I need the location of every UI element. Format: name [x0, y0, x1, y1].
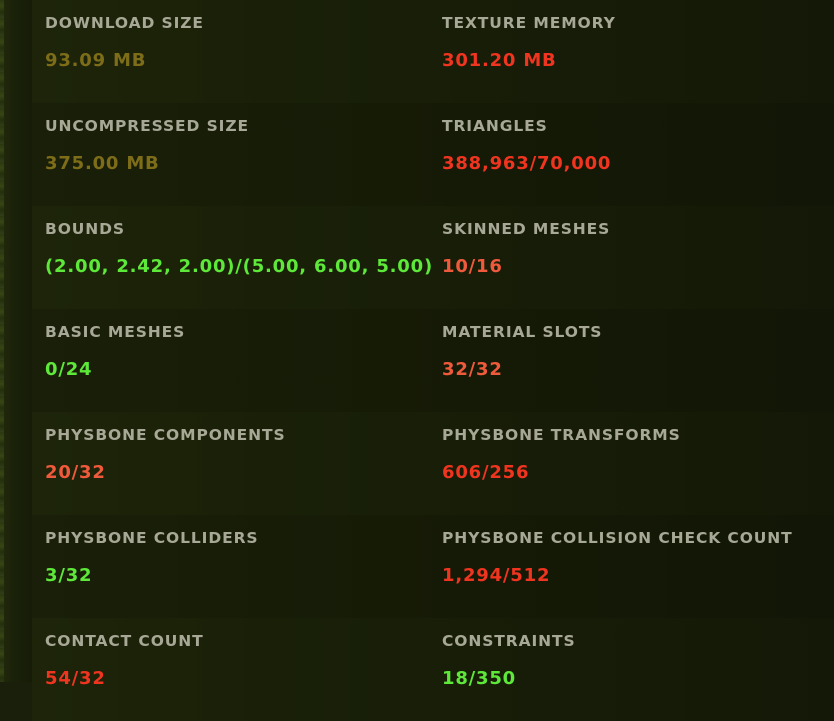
stat-row-physbone-components-transforms: PHYSBONE COMPONENTS 20/32 PHYSBONE TRANS… — [32, 412, 834, 515]
stat-label: SKINNED MESHES — [442, 220, 611, 238]
stat-value: 606/256 — [442, 462, 530, 483]
stat-value: 93.09 MB — [45, 50, 147, 71]
stat-value: (2.00, 2.42, 2.00)/(5.00, 6.00, 5.00) — [45, 256, 433, 277]
stat-value: 54/32 — [45, 668, 106, 689]
stat-value: 10/16 — [442, 256, 503, 277]
stat-contact-count: CONTACT COUNT 54/32 — [32, 618, 429, 721]
stat-label: PHYSBONE COLLIDERS — [45, 529, 259, 547]
stat-label: CONTACT COUNT — [45, 632, 204, 650]
backdrop-foliage-strip — [0, 0, 4, 682]
stat-row-physbone-colliders-checks: PHYSBONE COLLIDERS 3/32 PHYSBONE COLLISI… — [32, 515, 834, 618]
stat-physbone-collision-check-count: PHYSBONE COLLISION CHECK COUNT 1,294/512 — [429, 515, 834, 618]
stat-physbone-colliders: PHYSBONE COLLIDERS 3/32 — [32, 515, 429, 618]
stat-row-download-texture: DOWNLOAD SIZE 93.09 MB TEXTURE MEMORY 30… — [32, 0, 834, 103]
stat-label: DOWNLOAD SIZE — [45, 14, 204, 32]
stat-value: 18/350 — [442, 668, 516, 689]
stat-value: 3/32 — [45, 565, 93, 586]
stat-value: 388,963/70,000 — [442, 153, 612, 174]
stat-row-contact-constraints: CONTACT COUNT 54/32 CONSTRAINTS 18/350 — [32, 618, 834, 721]
stat-label: UNCOMPRESSED SIZE — [45, 117, 249, 135]
stat-label: CONSTRAINTS — [442, 632, 576, 650]
stat-physbone-transforms: PHYSBONE TRANSFORMS 606/256 — [429, 412, 834, 515]
stat-label: PHYSBONE COMPONENTS — [45, 426, 286, 444]
stat-label: PHYSBONE COLLISION CHECK COUNT — [442, 529, 793, 547]
stat-material-slots: MATERIAL SLOTS 32/32 — [429, 309, 834, 412]
stat-bounds: BOUNDS (2.00, 2.42, 2.00)/(5.00, 6.00, 5… — [32, 206, 432, 309]
stat-label: MATERIAL SLOTS — [442, 323, 603, 341]
stat-triangles: TRIANGLES 388,963/70,000 — [429, 103, 834, 206]
stat-value: 32/32 — [442, 359, 503, 380]
stat-value: 301.20 MB — [442, 50, 557, 71]
stat-label: PHYSBONE TRANSFORMS — [442, 426, 681, 444]
stat-uncompressed-size: UNCOMPRESSED SIZE 375.00 MB — [32, 103, 429, 206]
performance-stats-panel: DOWNLOAD SIZE 93.09 MB TEXTURE MEMORY 30… — [32, 0, 834, 721]
stat-label: BOUNDS — [45, 220, 125, 238]
stat-row-uncompressed-triangles: UNCOMPRESSED SIZE 375.00 MB TRIANGLES 38… — [32, 103, 834, 206]
stat-row-bounds-skinned: BOUNDS (2.00, 2.42, 2.00)/(5.00, 6.00, 5… — [32, 206, 834, 309]
stat-constraints: CONSTRAINTS 18/350 — [429, 618, 834, 721]
stat-label: TRIANGLES — [442, 117, 548, 135]
stat-row-basic-material: BASIC MESHES 0/24 MATERIAL SLOTS 32/32 — [32, 309, 834, 412]
stat-label: TEXTURE MEMORY — [442, 14, 616, 32]
stat-value: 20/32 — [45, 462, 106, 483]
stat-label: BASIC MESHES — [45, 323, 186, 341]
stat-value: 375.00 MB — [45, 153, 160, 174]
stat-download-size: DOWNLOAD SIZE 93.09 MB — [32, 0, 429, 103]
stat-physbone-components: PHYSBONE COMPONENTS 20/32 — [32, 412, 429, 515]
stat-skinned-meshes: SKINNED MESHES 10/16 — [429, 206, 834, 309]
side-backdrop — [0, 0, 32, 682]
stat-value: 0/24 — [45, 359, 93, 380]
stat-basic-meshes: BASIC MESHES 0/24 — [32, 309, 429, 412]
stat-value: 1,294/512 — [442, 565, 551, 586]
stat-texture-memory: TEXTURE MEMORY 301.20 MB — [429, 0, 834, 103]
